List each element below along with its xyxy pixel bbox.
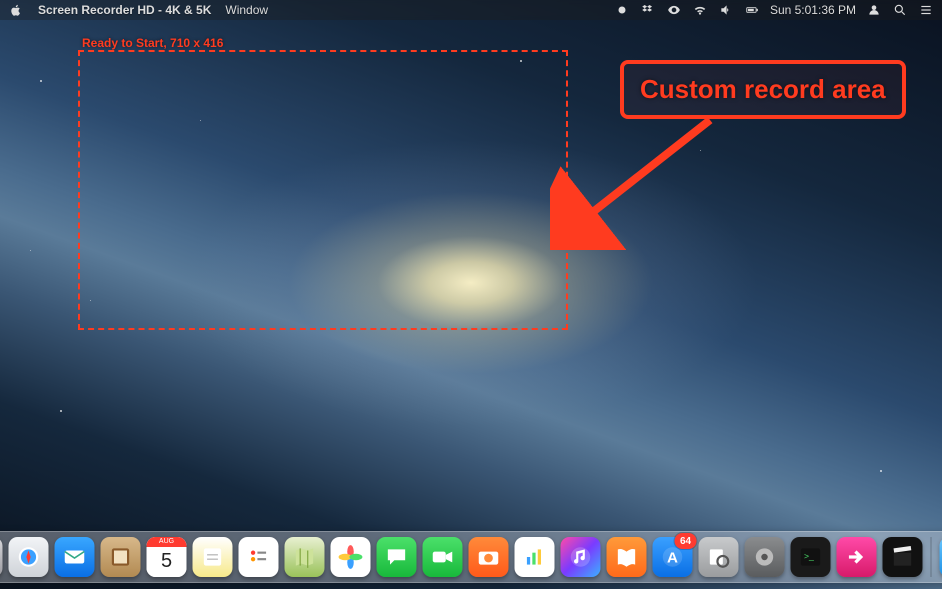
dock-facetime[interactable] — [423, 537, 463, 577]
annotation-arrow-icon — [550, 110, 730, 250]
dock-launchpad[interactable] — [0, 537, 3, 577]
dock-mail[interactable] — [55, 537, 95, 577]
dock-calendar[interactable]: AUG5 — [147, 537, 187, 577]
record-area-selection[interactable] — [78, 50, 568, 330]
dock-ibooks[interactable] — [607, 537, 647, 577]
volume-icon[interactable] — [718, 2, 734, 18]
dock-itunes[interactable] — [561, 537, 601, 577]
svg-text:A: A — [667, 549, 678, 566]
dock-preview[interactable] — [699, 537, 739, 577]
dock-safari[interactable] — [9, 537, 49, 577]
dock-maps[interactable] — [285, 537, 325, 577]
dock-messages[interactable] — [377, 537, 417, 577]
active-app-name[interactable]: Screen Recorder HD - 4K & 5K — [38, 3, 211, 17]
notification-center-icon[interactable] — [918, 2, 934, 18]
desktop: Screen Recorder HD - 4K & 5K Window Sun … — [0, 0, 942, 589]
dock-numbers[interactable] — [515, 537, 555, 577]
battery-icon[interactable] — [744, 2, 760, 18]
dock-contacts[interactable] — [101, 537, 141, 577]
dock-appstore[interactable]: A64 — [653, 537, 693, 577]
dock-reminders[interactable] — [239, 537, 279, 577]
dock-notes[interactable] — [193, 537, 233, 577]
dock-screen-recorder[interactable] — [837, 537, 877, 577]
dropbox-icon[interactable] — [640, 2, 656, 18]
dock-photos[interactable] — [331, 537, 371, 577]
recording-indicator-icon[interactable] — [614, 2, 630, 18]
dock-photobooth[interactable] — [469, 537, 509, 577]
dock: AUG5 A64 >_ — [0, 531, 942, 583]
wifi-icon[interactable] — [692, 2, 708, 18]
menubar: Screen Recorder HD - 4K & 5K Window Sun … — [0, 0, 942, 20]
svg-text:>_: >_ — [804, 551, 814, 561]
user-icon[interactable] — [866, 2, 882, 18]
dock-badge: 64 — [675, 533, 697, 549]
spotlight-icon[interactable] — [892, 2, 908, 18]
dock-system-preferences[interactable] — [745, 537, 785, 577]
dock-terminal[interactable]: >_ — [791, 537, 831, 577]
dock-separator — [931, 537, 932, 577]
record-area-status-label: Ready to Start, 710 x 416 — [82, 36, 223, 50]
menu-window[interactable]: Window — [225, 3, 268, 17]
annotation-callout: Custom record area — [620, 60, 906, 119]
display-icon[interactable] — [666, 2, 682, 18]
apple-menu-icon[interactable] — [8, 2, 24, 18]
menubar-clock[interactable]: Sun 5:01:36 PM — [770, 3, 856, 17]
dock-app-generic[interactable] — [883, 537, 923, 577]
